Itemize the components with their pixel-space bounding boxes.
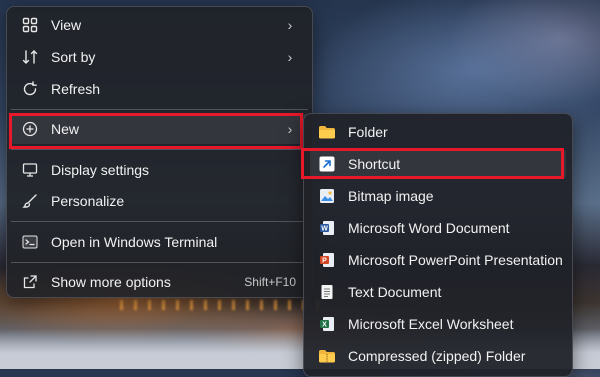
folder-icon <box>318 123 336 141</box>
menu-item-refresh[interactable]: Refresh <box>11 74 308 104</box>
submenu-item-folder[interactable]: Folder <box>310 117 566 147</box>
submenu-item-label: Compressed (zipped) Folder <box>348 348 526 364</box>
bitmap-icon <box>318 187 336 205</box>
submenu-item-label: Shortcut <box>348 156 401 172</box>
display-icon <box>21 161 39 179</box>
text-document-icon <box>318 283 336 301</box>
grid-icon <box>21 16 39 34</box>
menu-item-view[interactable]: View › <box>11 10 308 40</box>
menu-item-new[interactable]: New › <box>11 114 308 144</box>
menu-item-label: Show more options <box>51 274 171 290</box>
menu-item-display-settings[interactable]: Display settings <box>11 155 308 185</box>
menu-item-personalize[interactable]: Personalize <box>11 186 308 216</box>
chevron-right-icon: › <box>287 17 293 33</box>
submenu-item-bitmap-image[interactable]: Bitmap image <box>310 181 566 211</box>
menu-item-label: New <box>51 121 80 137</box>
sort-icon <box>21 48 39 66</box>
submenu-item-label: Microsoft Excel Worksheet <box>348 316 514 332</box>
menu-item-label: Display settings <box>51 162 150 178</box>
menu-item-label: Refresh <box>51 81 101 97</box>
terminal-icon <box>21 233 39 251</box>
menu-item-label: View <box>51 17 82 33</box>
background-lights <box>120 300 320 310</box>
powerpoint-icon: P <box>318 251 336 269</box>
menu-item-open-terminal[interactable]: Open in Windows Terminal <box>11 227 308 257</box>
word-icon: W <box>318 219 336 237</box>
keyboard-shortcut: Shift+F10 <box>244 275 296 289</box>
submenu-item-label: Bitmap image <box>348 188 434 204</box>
menu-divider <box>11 149 308 150</box>
submenu-item-label: Folder <box>348 124 388 140</box>
menu-item-sort-by[interactable]: Sort by › <box>11 42 308 72</box>
menu-item-label: Sort by <box>51 49 96 65</box>
menu-divider <box>11 109 308 110</box>
submenu-item-excel-worksheet[interactable]: X Microsoft Excel Worksheet <box>310 309 566 339</box>
svg-text:W: W <box>321 226 328 233</box>
submenu-item-zipped-folder[interactable]: Compressed (zipped) Folder <box>310 341 566 371</box>
menu-divider <box>11 221 308 222</box>
zip-folder-icon <box>318 347 336 365</box>
menu-divider <box>11 262 308 263</box>
svg-text:P: P <box>322 258 327 265</box>
desktop-context-menu: View › Sort by › Refresh New › Display s… <box>6 6 313 298</box>
submenu-item-word-document[interactable]: W Microsoft Word Document <box>310 213 566 243</box>
submenu-item-shortcut[interactable]: Shortcut <box>310 149 566 179</box>
submenu-item-label: Microsoft PowerPoint Presentation <box>348 252 563 268</box>
new-submenu: Folder Shortcut Bitmap image W Microsoft… <box>303 113 573 377</box>
chevron-right-icon: › <box>287 49 293 65</box>
svg-text:X: X <box>322 322 327 329</box>
brush-icon <box>21 192 39 210</box>
submenu-item-text-document[interactable]: Text Document <box>310 277 566 307</box>
menu-item-label: Personalize <box>51 193 125 209</box>
shortcut-icon <box>318 155 336 173</box>
menu-item-show-more-options[interactable]: Show more options Shift+F10 <box>11 267 308 297</box>
excel-icon: X <box>318 315 336 333</box>
chevron-right-icon: › <box>287 121 293 137</box>
submenu-item-powerpoint-presentation[interactable]: P Microsoft PowerPoint Presentation <box>310 245 566 275</box>
submenu-item-label: Microsoft Word Document <box>348 220 510 236</box>
share-icon <box>21 273 39 291</box>
menu-item-label: Open in Windows Terminal <box>51 234 218 250</box>
plus-circle-icon <box>21 120 39 138</box>
submenu-item-label: Text Document <box>348 284 442 300</box>
refresh-icon <box>21 80 39 98</box>
